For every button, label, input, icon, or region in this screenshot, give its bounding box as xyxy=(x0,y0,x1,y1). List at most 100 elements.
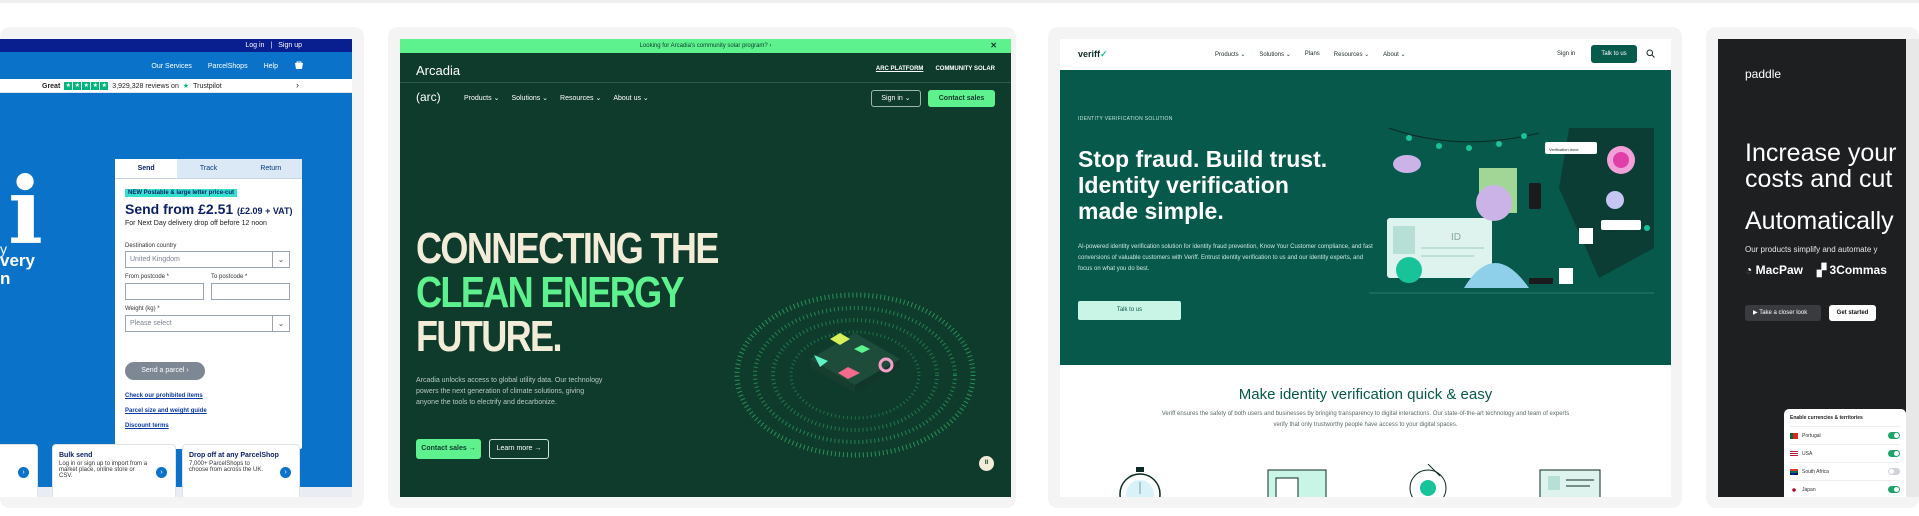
toggle-switch[interactable] xyxy=(1888,486,1900,493)
hero-talk-to-us-button[interactable]: Talk to us xyxy=(1078,301,1181,320)
feature-card-partial[interactable]: › xyxy=(0,444,38,497)
arc-logo[interactable]: (arc) xyxy=(416,90,441,104)
nav-plans[interactable]: Plans xyxy=(1305,51,1320,58)
search-icon[interactable] xyxy=(1646,49,1655,60)
nav-about[interactable]: About ⌄ xyxy=(1383,51,1405,58)
tab-track[interactable]: Track xyxy=(177,159,240,178)
id-document-icon xyxy=(1539,469,1601,497)
headline-line1: CONNECTING THE xyxy=(416,224,719,273)
learn-more-cta[interactable]: Learn more → xyxy=(489,439,549,459)
get-started-button[interactable]: Get started xyxy=(1829,305,1876,321)
flag-icon xyxy=(1790,468,1798,475)
close-icon[interactable]: ✕ xyxy=(990,39,997,53)
hero-paragraph: Arcadia unlocks access to global utility… xyxy=(416,377,603,406)
weight-placeholder: Please select xyxy=(130,320,172,327)
discount-terms-link[interactable]: Discount terms xyxy=(125,423,169,429)
nav-resources[interactable]: Resources ⌄ xyxy=(560,94,601,102)
flag-icon xyxy=(1790,432,1798,439)
veriff-logo[interactable]: veriff✓ xyxy=(1078,49,1108,60)
basket-icon[interactable] xyxy=(294,61,304,72)
nav-resources[interactable]: Resources ⌄ xyxy=(1334,51,1369,58)
trustpilot-star-icon: ★ xyxy=(182,83,190,90)
paddle-logo[interactable]: paddle xyxy=(1745,67,1781,81)
feature-title: Bulk send xyxy=(59,452,93,459)
community-solar-link[interactable]: COMMUNITY SOLAR xyxy=(935,66,995,72)
promo-badge: NEW Postable & large letter price-cut xyxy=(125,189,238,197)
paddle-screenshot: paddle Increase your costs and cut Autom… xyxy=(1718,39,1919,497)
prohibited-items-link[interactable]: Check our prohibited items xyxy=(125,393,203,399)
sign-in-link[interactable]: Sign in xyxy=(1557,51,1575,57)
chevron-down-icon: ⌄ xyxy=(272,316,289,331)
hero-text-line1: very xyxy=(0,251,35,270)
territory-row: Portugal xyxy=(1790,426,1900,444)
take-closer-look-button[interactable]: ▶ Take a closer look xyxy=(1745,305,1821,321)
scrollbar[interactable] xyxy=(1906,39,1919,497)
veriff-screenshot: veriff✓ Products ⌄ Solutions ⌄ Plans Res… xyxy=(1060,39,1671,497)
toggle-switch[interactable] xyxy=(1888,468,1900,475)
signup-link[interactable]: Sign up xyxy=(278,42,302,49)
feature-card-dropoff[interactable]: Drop off at any ParcelShop 7,000+ Parcel… xyxy=(182,444,300,497)
nav-parcelshops[interactable]: ParcelShops xyxy=(208,63,248,70)
feature-card-bulk-send[interactable]: Bulk send Log in or sign up to import fr… xyxy=(52,444,176,497)
arcadia-logo[interactable]: Arcadia xyxy=(416,63,460,78)
trust-brand: Trustpilot xyxy=(193,82,222,90)
tab-return[interactable]: Return xyxy=(239,159,302,178)
destination-select[interactable]: United Kingdom ⌄ xyxy=(125,251,290,268)
contact-sales-cta[interactable]: Contact sales → xyxy=(416,439,481,459)
tab-send[interactable]: Send xyxy=(115,159,178,178)
toggle-switch[interactable] xyxy=(1888,450,1900,457)
parcel-screenshot: Log in | Sign up Our Services ParcelShop… xyxy=(0,39,352,497)
nav-our-services[interactable]: Our Services xyxy=(151,63,191,70)
arc-platform-link[interactable]: ARC PLATFORM xyxy=(876,66,924,72)
trust-reviews: 3,929,328 reviews on xyxy=(112,82,179,90)
talk-to-us-button[interactable]: Talk to us xyxy=(1591,45,1637,63)
price-value: Send from £2.51 xyxy=(125,201,234,217)
macpaw-logo: ◔ MacPaw xyxy=(1745,263,1803,277)
arrow-right-icon: › xyxy=(280,467,291,478)
trustpilot-strip[interactable]: Great ★ ★ ★ ★ ★ 3,929,328 reviews on ★ Trust… xyxy=(0,79,352,93)
nav-solutions[interactable]: Solutions ⌄ xyxy=(511,94,548,102)
document-icon xyxy=(1267,469,1327,497)
feature-text: Log in or sign up to import from a marke… xyxy=(59,461,148,479)
nav-products[interactable]: Products ⌄ xyxy=(1215,51,1245,58)
weight-select[interactable]: Please select ⌄ xyxy=(125,315,290,332)
nav-about-us[interactable]: About us ⌄ xyxy=(613,94,648,102)
nav-products[interactable]: Products ⌄ xyxy=(464,94,499,102)
id-card-label: ID xyxy=(1451,232,1461,243)
headline-line2: costs and cut xyxy=(1745,165,1893,193)
flag-icon xyxy=(1790,486,1798,493)
contact-sales-button[interactable]: Contact sales xyxy=(928,90,995,107)
chevron-right-icon[interactable]: › xyxy=(296,80,299,90)
arrow-right-icon: › xyxy=(18,467,29,478)
send-parcel-button[interactable]: Send a parcel › xyxy=(125,362,205,380)
hero-headline: CONNECTING THE CLEAN ENERGY FUTURE. xyxy=(416,224,719,359)
login-link[interactable]: Log in xyxy=(245,42,264,49)
toggle-switch[interactable] xyxy=(1888,432,1900,439)
section-text: Veriff ensures the safety of both users … xyxy=(1161,411,1570,428)
hero-eyebrow: IDENTITY VERIFICATION SOLUTION xyxy=(1078,116,1173,122)
from-postcode-input[interactable] xyxy=(125,283,204,300)
preview-card-arcadia[interactable]: Looking for Arcadia's community solar pr… xyxy=(388,27,1016,508)
hero-headline: Increase your costs and cut xyxy=(1745,140,1896,192)
announcement-banner[interactable]: Looking for Arcadia's community solar pr… xyxy=(400,39,1011,53)
preview-card-veriff[interactable]: veriff✓ Products ⌄ Solutions ⌄ Plans Res… xyxy=(1048,27,1682,508)
preview-card-parcel[interactable]: Log in | Sign up Our Services ParcelShop… xyxy=(0,27,364,508)
preview-card-paddle[interactable]: paddle Increase your costs and cut Autom… xyxy=(1706,27,1919,508)
hero-headline-2: Automatically xyxy=(1745,207,1894,235)
headline-line1: Stop fraud. Build trust. xyxy=(1078,146,1328,172)
nav-solutions[interactable]: Solutions ⌄ xyxy=(1259,51,1290,58)
sign-in-button[interactable]: Sign in ⌄ xyxy=(871,90,921,107)
hero-text: very n xyxy=(0,252,35,288)
trust-stars-icon: ★ ★ ★ ★ ★ xyxy=(64,82,109,90)
to-postcode-input[interactable] xyxy=(211,283,290,300)
hero-subtitle: Our products simplify and automate y xyxy=(1745,245,1878,254)
panel-title: Enable currencies & territories xyxy=(1790,415,1863,421)
size-weight-guide-link[interactable]: Parcel size and weight guide xyxy=(125,408,207,414)
section-title: Make identity verification quick & easy xyxy=(1238,386,1493,403)
nav-help[interactable]: Help xyxy=(264,63,278,70)
send-parcel-label: Send a parcel xyxy=(141,367,185,374)
header-divider xyxy=(400,82,1011,83)
pause-button[interactable]: II xyxy=(979,456,994,471)
page-canvas: Log in | Sign up Our Services ParcelShop… xyxy=(0,0,1919,516)
veriff-menu: Products ⌄ Solutions ⌄ Plans Resources ⌄… xyxy=(1215,51,1406,58)
